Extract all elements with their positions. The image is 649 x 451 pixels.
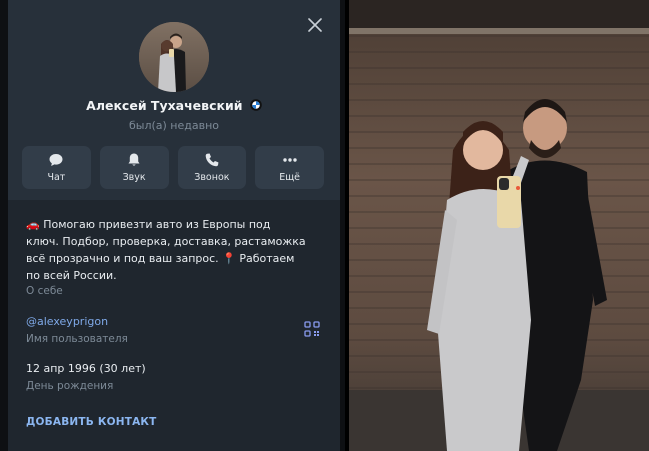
photo-illustration xyxy=(349,0,649,451)
more-button-label: Ещё xyxy=(279,172,301,183)
profile-panel: Алексей Тухачевский был(а) недавно Чат З… xyxy=(8,0,340,451)
chat-button-label: Чат xyxy=(47,172,66,183)
action-buttons: Чат Звук Звонок Ещё xyxy=(22,146,324,189)
phone-icon xyxy=(205,153,219,167)
left-pane: Алексей Тухачевский был(а) недавно Чат З… xyxy=(0,0,345,451)
birthday-caption: День рождения xyxy=(26,380,114,392)
more-icon xyxy=(282,158,297,162)
username-caption: Имя пользователя xyxy=(26,333,128,345)
close-button[interactable] xyxy=(298,8,332,42)
more-button[interactable]: Ещё xyxy=(255,146,324,189)
chat-button[interactable]: Чат xyxy=(22,146,91,189)
qr-code-icon[interactable] xyxy=(304,321,320,337)
call-button[interactable]: Звонок xyxy=(177,146,247,189)
profile-name-row: Алексей Тухачевский xyxy=(8,98,340,113)
call-button-label: Звонок xyxy=(194,172,230,183)
last-seen-status: был(а) недавно xyxy=(128,119,220,132)
sound-button-label: Звук xyxy=(122,172,146,183)
profile-photo[interactable] xyxy=(349,0,649,451)
bio-text: 🚗 Помогаю привезти авто из Европы под кл… xyxy=(26,218,306,282)
profile-header: Алексей Тухачевский был(а) недавно Чат З… xyxy=(8,0,340,200)
bmw-emoji-status-icon[interactable] xyxy=(250,99,262,111)
username-link[interactable]: @alexeyprigon xyxy=(26,315,108,328)
avatar-photo xyxy=(139,22,209,92)
sound-button[interactable]: Звук xyxy=(99,146,169,189)
birthday-value: 12 апр 1996 (30 лет) xyxy=(26,362,146,375)
bell-icon xyxy=(128,153,140,166)
avatar[interactable] xyxy=(139,22,209,92)
bio-caption: О себе xyxy=(26,285,63,297)
profile-name: Алексей Тухачевский xyxy=(86,98,243,113)
close-icon xyxy=(308,18,322,32)
chat-icon xyxy=(49,154,63,166)
add-contact-button[interactable]: ДОБАВИТЬ КОНТАКТ xyxy=(26,416,157,428)
